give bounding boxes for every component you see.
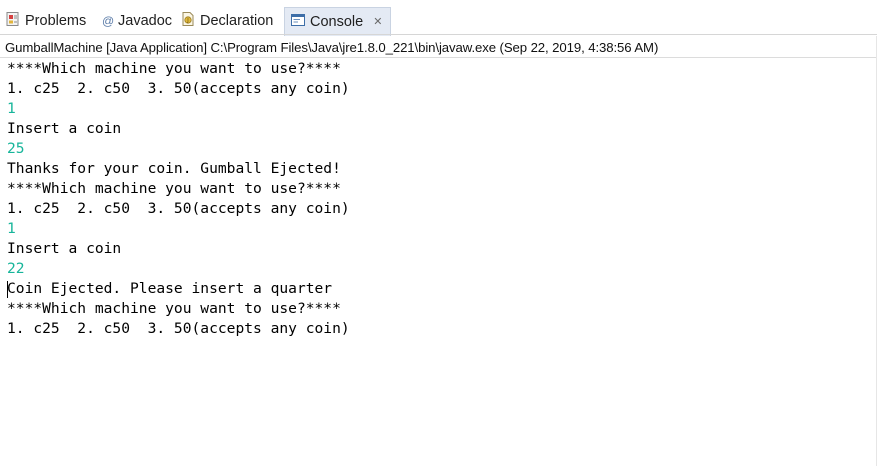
console-input-line: 22	[7, 260, 25, 277]
tab-console[interactable]: Console ✕	[284, 7, 392, 36]
tab-javadoc[interactable]: @ Javadoc	[102, 7, 172, 34]
console-input-line: 25	[7, 140, 25, 157]
console-output-line: Insert a coin	[7, 240, 122, 257]
console-output-line: Thanks for your coin. Gumball Ejected!	[7, 160, 341, 177]
close-icon[interactable]: ✕	[373, 16, 382, 28]
tab-label: Javadoc	[118, 12, 173, 29]
console-output[interactable]: ****Which machine you want to use?**** 1.…	[7, 59, 873, 339]
console-output-line: ****Which machine you want to use?****	[7, 180, 341, 197]
description-divider	[0, 57, 877, 58]
declaration-icon: J	[180, 11, 196, 31]
console-icon	[290, 12, 306, 32]
console-input-line: 1	[7, 100, 16, 117]
tab-label: Console	[310, 14, 364, 30]
problems-icon	[5, 11, 21, 31]
console-input-line: 1	[7, 220, 16, 237]
text-caret	[7, 281, 8, 298]
console-output-line: Insert a coin	[7, 120, 122, 137]
view-tab-bar: Problems @ Javadoc J Declaration Console…	[0, 0, 877, 36]
console-output-line: ****Which machine you want to use?****	[7, 300, 341, 317]
console-output-line: ****Which machine you want to use?****	[7, 60, 341, 77]
tab-problems[interactable]: Problems	[5, 7, 86, 34]
console-output-line: 1. c25 2. c50 3. 50(accepts any coin)	[7, 200, 350, 217]
tab-declaration[interactable]: J Declaration	[180, 7, 273, 34]
tab-label: Problems	[25, 12, 87, 29]
console-description: GumballMachine [Java Application] C:\Pro…	[5, 40, 659, 55]
eclipse-console-view: Problems @ Javadoc J Declaration Console…	[0, 0, 877, 466]
console-output-line: 1. c25 2. c50 3. 50(accepts any coin)	[7, 320, 350, 337]
javadoc-icon: @	[102, 13, 115, 28]
svg-text:J: J	[186, 18, 188, 24]
console-output-line: 1. c25 2. c50 3. 50(accepts any coin)	[7, 80, 350, 97]
tab-label: Declaration	[200, 12, 274, 29]
tab-bar-divider	[0, 34, 877, 35]
console-output-line: Coin Ejected. Please insert a quarter	[7, 280, 333, 297]
